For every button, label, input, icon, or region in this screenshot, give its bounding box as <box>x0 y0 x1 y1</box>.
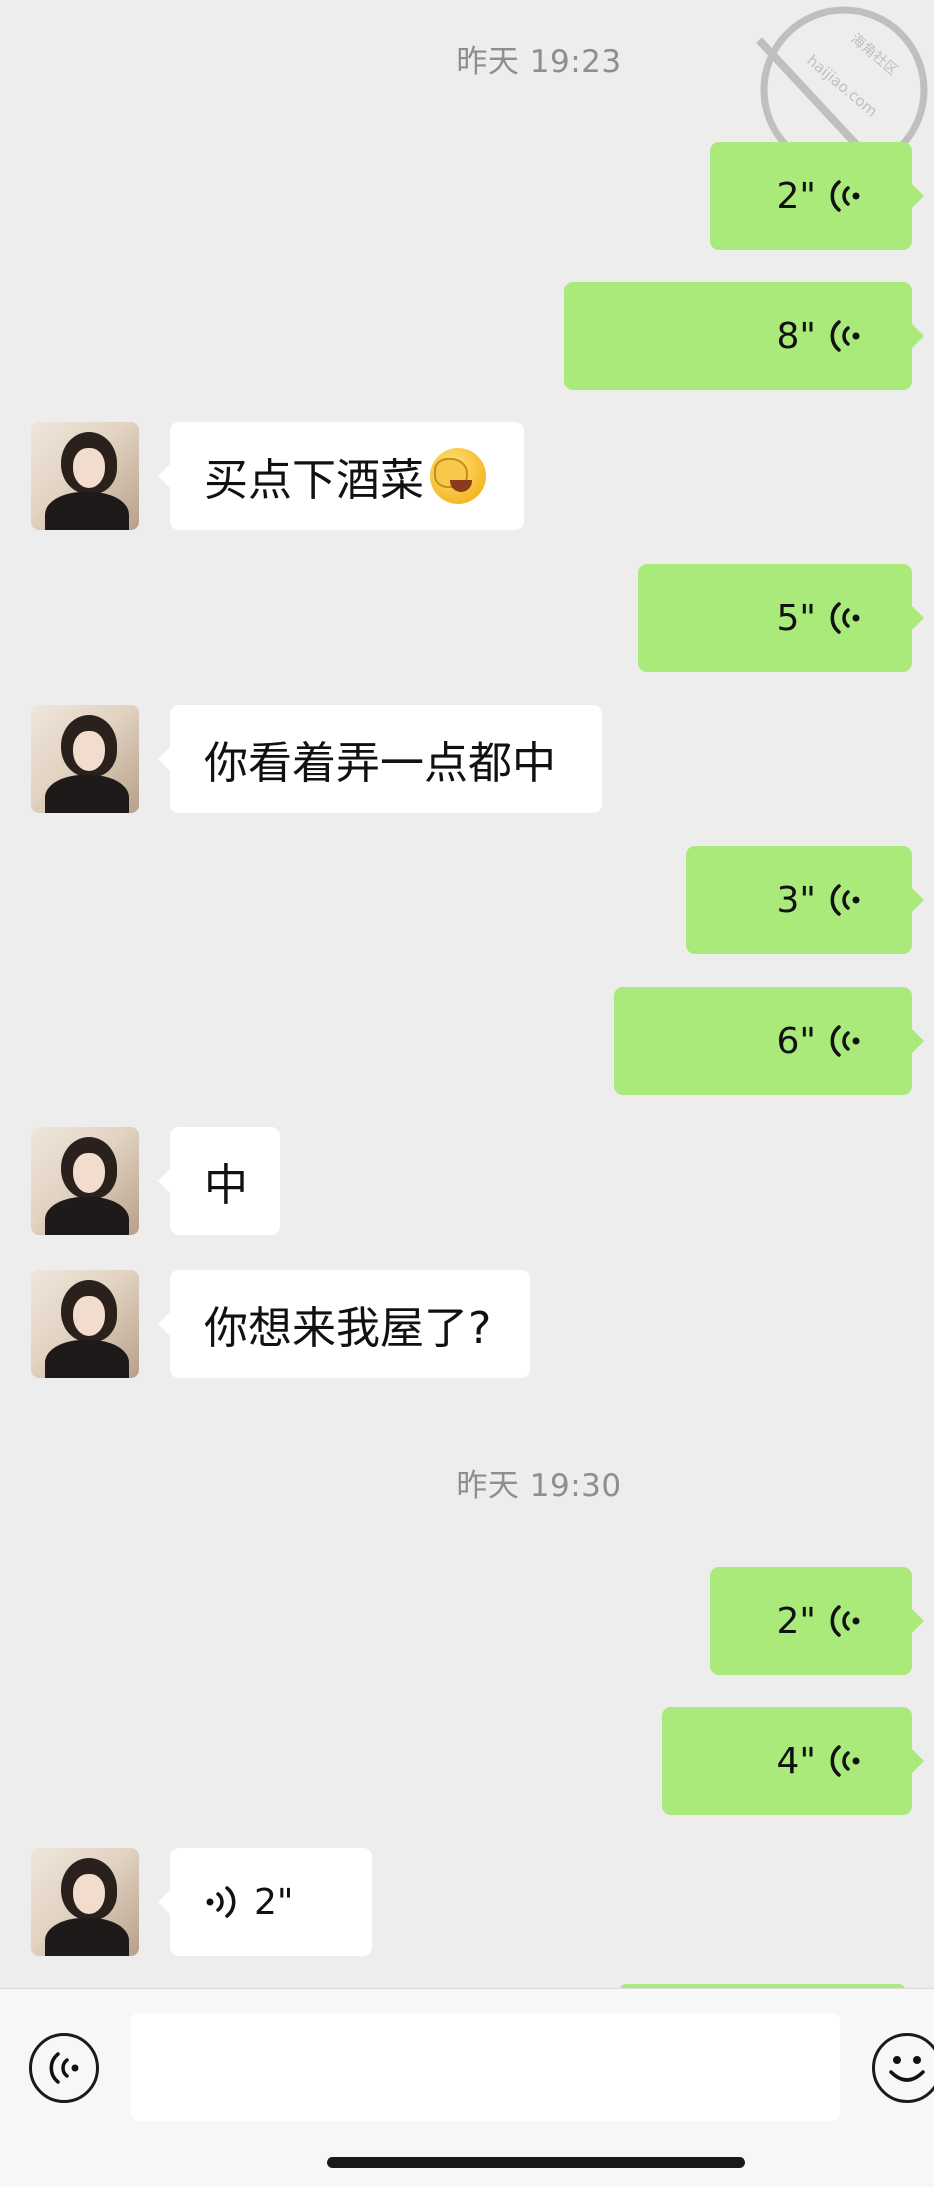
message-row: 3" <box>0 846 934 954</box>
contact-avatar[interactable] <box>31 1127 139 1235</box>
emoji-icon <box>889 2056 925 2082</box>
text-message-bubble[interactable]: 买点下酒菜 <box>158 422 524 530</box>
emoji-button[interactable] <box>872 2033 934 2103</box>
voice-wave-icon <box>830 1745 860 1777</box>
voice-wave-icon <box>830 1025 860 1057</box>
voice-duration: 8" <box>776 315 816 357</box>
voice-duration: 5" <box>776 597 816 639</box>
message-row: 中 <box>0 1127 934 1235</box>
message-row: 2" <box>0 1567 934 1675</box>
timestamp: 昨天 19:23 <box>456 44 622 80</box>
voice-input-icon <box>49 2052 79 2084</box>
voice-duration: 2" <box>776 1600 816 1642</box>
voice-duration: 3" <box>776 879 816 921</box>
message-row: 6" <box>0 987 934 1095</box>
voice-message-bubble[interactable]: 2" <box>710 1567 924 1675</box>
text-message-bubble[interactable]: 中 <box>158 1127 280 1235</box>
voice-message-bubble[interactable]: 5" <box>638 564 924 672</box>
voice-duration: 2" <box>776 175 816 217</box>
contact-avatar[interactable] <box>31 705 139 813</box>
chat-input-bar <box>0 1988 934 2187</box>
message-row: 你看着弄一点都中 <box>0 705 934 813</box>
voice-wave-icon <box>830 884 860 916</box>
voice-input-button[interactable] <box>29 2033 99 2103</box>
voice-duration: 4" <box>776 1740 816 1782</box>
message-row: 2" <box>0 1848 934 1956</box>
text-message-bubble[interactable]: 你看着弄一点都中 <box>158 705 602 813</box>
message-row: 2" <box>0 142 934 250</box>
contact-avatar[interactable] <box>31 422 139 530</box>
voice-wave-icon <box>206 1886 236 1918</box>
message-text: 买点下酒菜 <box>204 455 424 506</box>
voice-message-bubble[interactable]: 6" <box>614 987 924 1095</box>
voice-wave-icon <box>830 320 860 352</box>
message-row: 你想来我屋了? <box>0 1270 934 1378</box>
message-row: 5" <box>0 564 934 672</box>
contact-avatar[interactable] <box>31 1848 139 1956</box>
voice-duration: 2" <box>254 1881 294 1923</box>
voice-message-bubble[interactable]: 4" <box>662 1707 924 1815</box>
voice-wave-icon <box>830 180 860 212</box>
message-text: 你想来我屋了? <box>204 1303 492 1354</box>
message-row: 8" <box>0 282 934 390</box>
voice-wave-icon <box>830 1605 860 1637</box>
message-row: 买点下酒菜 <box>0 422 934 530</box>
voice-message-bubble[interactable]: 2" <box>710 142 924 250</box>
voice-duration: 6" <box>776 1020 816 1062</box>
timestamp: 昨天 19:30 <box>456 1468 622 1504</box>
message-text: 你看着弄一点都中 <box>204 738 556 789</box>
face-with-hand-emoji <box>430 448 486 504</box>
voice-message-bubble[interactable]: 2" <box>158 1848 372 1956</box>
voice-message-bubble[interactable]: 3" <box>686 846 924 954</box>
contact-avatar[interactable] <box>31 1270 139 1378</box>
text-message-bubble[interactable]: 你想来我屋了? <box>158 1270 530 1378</box>
voice-wave-icon <box>830 602 860 634</box>
home-indicator[interactable] <box>327 2157 745 2168</box>
message-input[interactable] <box>131 2013 840 2121</box>
message-text: 中 <box>204 1160 248 1211</box>
message-row: 4" <box>0 1707 934 1815</box>
voice-message-bubble[interactable]: 8" <box>564 282 924 390</box>
